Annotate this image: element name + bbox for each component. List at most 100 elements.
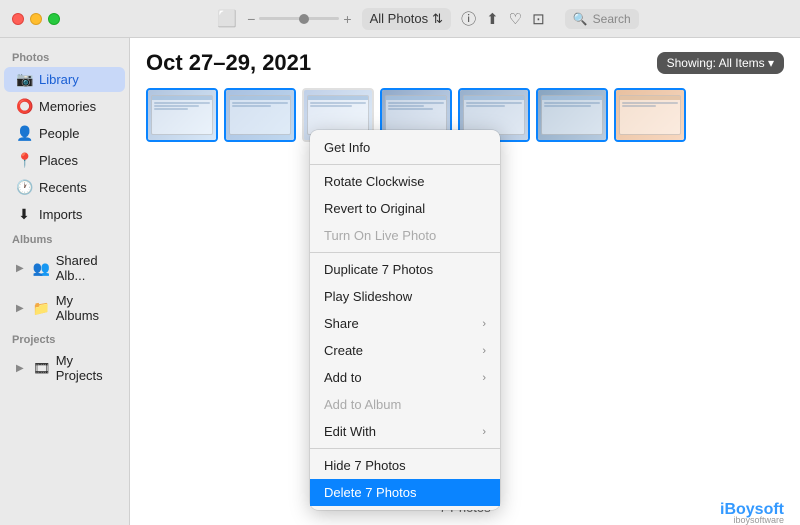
menu-item-delete[interactable]: Delete 7 Photos <box>310 479 500 506</box>
zoom-control: − + <box>247 11 351 27</box>
menu-item-add-to-label: Add to <box>324 370 362 385</box>
menu-item-add-to[interactable]: Add to › <box>310 364 500 391</box>
zoom-plus-icon: + <box>343 11 351 27</box>
watermark-sub: iboysoftware <box>733 515 784 525</box>
menu-item-slideshow[interactable]: Play Slideshow <box>310 283 500 310</box>
sidebar-item-my-albums[interactable]: ▶ 📁 My Albums <box>4 289 125 327</box>
titlebar-actions: ⓘ ⬆ ♡ ⊡ <box>461 8 545 29</box>
menu-item-duplicate[interactable]: Duplicate 7 Photos <box>310 256 500 283</box>
traffic-lights <box>12 13 60 25</box>
sidebar-section-photos: Photos <box>0 46 129 66</box>
library-icon: 📷 <box>16 71 32 88</box>
menu-separator-3 <box>310 448 500 449</box>
menu-item-edit-with-label: Edit With <box>324 424 376 439</box>
submenu-arrow-icon: › <box>482 426 486 438</box>
sidebar-item-library-label: Library <box>39 72 79 87</box>
sidebar-item-my-albums-label: My Albums <box>56 293 117 323</box>
sidebar-item-places[interactable]: 📍 Places <box>4 148 125 173</box>
titlebar: ⬜ − + All Photos ⇅ ⓘ ⬆ ♡ ⊡ 🔍 Search <box>0 0 800 38</box>
menu-item-get-info[interactable]: Get Info <box>310 134 500 161</box>
sidebar-section-albums: Albums <box>0 228 129 248</box>
menu-item-slideshow-label: Play Slideshow <box>324 289 412 304</box>
menu-item-live-photo: Turn On Live Photo <box>310 222 500 249</box>
submenu-arrow-icon: › <box>482 372 486 384</box>
menu-item-duplicate-label: Duplicate 7 Photos <box>324 262 433 277</box>
app-body: Photos 📷 Library ⭕ Memories 👤 People 📍 P… <box>0 38 800 525</box>
expand-icon: ▶ <box>16 263 24 274</box>
page-title: Oct 27–29, 2021 <box>146 50 311 76</box>
frame-icon: ⬜ <box>217 9 237 29</box>
zoom-minus-icon: − <box>247 11 255 27</box>
sidebar-item-shared-label: Shared Alb... <box>56 253 117 283</box>
sidebar-item-imports-label: Imports <box>39 207 82 222</box>
showing-dropdown[interactable]: Showing: All Items ▾ <box>657 52 784 74</box>
expand-icon: ▶ <box>16 363 24 374</box>
menu-item-revert[interactable]: Revert to Original <box>310 195 500 222</box>
projects-icon: 🎞 <box>33 360 49 377</box>
menu-item-live-photo-label: Turn On Live Photo <box>324 228 436 243</box>
search-box[interactable]: 🔍 Search <box>565 9 639 29</box>
sidebar-item-places-label: Places <box>39 153 78 168</box>
menu-item-add-to-album: Add to Album <box>310 391 500 418</box>
sidebar-item-shared-albums[interactable]: ▶ 👥 Shared Alb... <box>4 249 125 287</box>
sidebar-item-memories[interactable]: ⭕ Memories <box>4 94 125 119</box>
info-icon[interactable]: ⓘ <box>461 8 476 29</box>
my-albums-icon: 📁 <box>33 300 49 317</box>
menu-item-edit-with[interactable]: Edit With › <box>310 418 500 445</box>
memories-icon: ⭕ <box>16 98 32 115</box>
sidebar-item-people-label: People <box>39 126 79 141</box>
zoom-slider[interactable] <box>259 17 339 20</box>
titlebar-center: ⬜ − + All Photos ⇅ ⓘ ⬆ ♡ ⊡ 🔍 Search <box>68 8 788 30</box>
menu-item-add-to-album-label: Add to Album <box>324 397 401 412</box>
sidebar-item-recents[interactable]: 🕐 Recents <box>4 175 125 200</box>
people-icon: 👤 <box>16 125 32 142</box>
menu-item-rotate-label: Rotate Clockwise <box>324 174 424 189</box>
photo-thumb-1[interactable] <box>146 88 218 142</box>
menu-item-hide-label: Hide 7 Photos <box>324 458 406 473</box>
imports-icon: ⬇ <box>16 206 32 223</box>
photo-thumb-6[interactable] <box>536 88 608 142</box>
expand-icon: ▶ <box>16 303 24 314</box>
menu-item-revert-label: Revert to Original <box>324 201 425 216</box>
menu-item-share-label: Share <box>324 316 359 331</box>
chevron-up-down-icon: ⇅ <box>432 11 443 27</box>
close-button[interactable] <box>12 13 24 25</box>
sidebar-item-recents-label: Recents <box>39 180 87 195</box>
photo-thumb-2[interactable] <box>224 88 296 142</box>
menu-item-delete-label: Delete 7 Photos <box>324 485 417 500</box>
menu-separator-2 <box>310 252 500 253</box>
recents-icon: 🕐 <box>16 179 32 196</box>
showing-label: Showing: All Items ▾ <box>667 56 774 70</box>
search-icon: 🔍 <box>573 12 588 26</box>
main-content: Oct 27–29, 2021 Showing: All Items ▾ <box>130 38 800 525</box>
all-photos-label: All Photos <box>370 11 429 26</box>
sidebar-item-library[interactable]: 📷 Library <box>4 67 125 92</box>
search-label: Search <box>593 12 631 26</box>
crop-icon[interactable]: ⊡ <box>532 10 545 28</box>
menu-item-rotate[interactable]: Rotate Clockwise <box>310 168 500 195</box>
sidebar-item-memories-label: Memories <box>39 99 96 114</box>
shared-icon: 👥 <box>33 260 49 277</box>
menu-item-hide[interactable]: Hide 7 Photos <box>310 452 500 479</box>
sidebar: Photos 📷 Library ⭕ Memories 👤 People 📍 P… <box>0 38 130 525</box>
heart-icon[interactable]: ♡ <box>509 10 522 28</box>
menu-item-share[interactable]: Share › <box>310 310 500 337</box>
menu-item-create[interactable]: Create › <box>310 337 500 364</box>
photo-thumb-7[interactable] <box>614 88 686 142</box>
sidebar-item-people[interactable]: 👤 People <box>4 121 125 146</box>
zoom-button[interactable] <box>48 13 60 25</box>
submenu-arrow-icon: › <box>482 345 486 357</box>
main-header: Oct 27–29, 2021 Showing: All Items ▾ <box>130 38 800 84</box>
menu-separator-1 <box>310 164 500 165</box>
sidebar-section-projects: Projects <box>0 328 129 348</box>
menu-item-create-label: Create <box>324 343 363 358</box>
context-menu: Get Info Rotate Clockwise Revert to Orig… <box>310 130 500 510</box>
places-icon: 📍 <box>16 152 32 169</box>
submenu-arrow-icon: › <box>482 318 486 330</box>
minimize-button[interactable] <box>30 13 42 25</box>
zoom-thumb <box>299 14 309 24</box>
all-photos-dropdown[interactable]: All Photos ⇅ <box>362 8 451 30</box>
sidebar-item-my-projects[interactable]: ▶ 🎞 My Projects <box>4 349 125 387</box>
share-icon[interactable]: ⬆ <box>486 10 499 28</box>
sidebar-item-imports[interactable]: ⬇ Imports <box>4 202 125 227</box>
